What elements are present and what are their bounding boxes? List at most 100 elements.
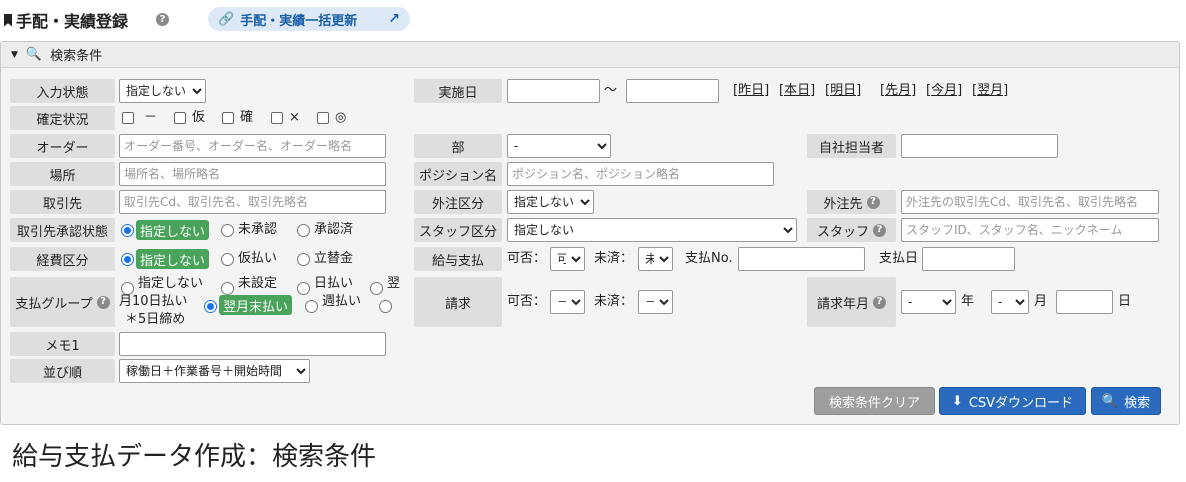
payment-date-input[interactable] <box>922 247 1015 271</box>
clear-button-label: 検索条件クリア <box>828 395 920 411</box>
billing-month-label: 請求年月 ? <box>807 277 896 327</box>
pg-option-5th-close: ＊5日締め <box>125 312 186 327</box>
own-staff-input[interactable] <box>901 134 1058 158</box>
page-caption: 給与支払データ作成：検索条件 <box>12 442 377 472</box>
link-last-month[interactable]: [先月] <box>880 79 916 103</box>
expense-option-advance: 仮払い <box>238 251 278 266</box>
pg-radio-daily[interactable] <box>297 282 310 295</box>
outsource-type-label: 外注区分 <box>414 190 502 214</box>
billing-done-select[interactable]: － <box>638 290 673 314</box>
payment-group-label-text: 支払グループ <box>15 296 93 312</box>
date-to-input[interactable] <box>626 79 719 103</box>
billing-month-select[interactable]: - <box>991 290 1029 314</box>
help-icon[interactable]: ? <box>873 295 886 309</box>
place-input[interactable] <box>119 162 386 186</box>
pg-option-unset: 未設定 <box>238 276 278 291</box>
confirm-checkbox-confirmed[interactable] <box>222 112 234 124</box>
search-panel-header[interactable]: ▼ 🔍 検索条件 <box>1 42 1179 68</box>
outsourcer-input[interactable] <box>901 190 1159 214</box>
dept-select[interactable]: - <box>507 134 611 158</box>
input-status-select[interactable]: 指定しない <box>119 79 206 103</box>
csv-download-button[interactable]: ⬇ CSVダウンロード <box>939 387 1086 415</box>
expense-radio-reimburse[interactable] <box>297 253 310 266</box>
dept-label: 部 <box>414 134 502 158</box>
billing-day-input[interactable] <box>1056 290 1113 314</box>
billing-year-select[interactable]: - <box>901 290 956 314</box>
pg-option-next-month-end: 翌月末払い <box>219 295 293 315</box>
date-from-input[interactable] <box>507 79 600 103</box>
order-input[interactable] <box>119 134 386 158</box>
link-next-month[interactable]: [翌月] <box>972 79 1008 103</box>
help-icon[interactable]: ? <box>156 13 169 26</box>
external-link-icon: ↗ <box>388 11 400 27</box>
client-approval-option-approved: 承認済 <box>314 222 354 237</box>
pg-radio-next-month-end[interactable] <box>204 300 217 313</box>
salary-payment-label: 給与支払 <box>414 247 502 271</box>
pg-radio-next-10th[interactable] <box>370 282 383 295</box>
client-approval-radio-unapproved[interactable] <box>221 224 234 237</box>
help-icon[interactable]: ? <box>96 295 110 309</box>
expense-radio-advance[interactable] <box>221 253 234 266</box>
search-icon: 🔍 <box>25 47 43 62</box>
salary-done-select[interactable]: 未 <box>638 247 673 271</box>
help-icon[interactable]: ? <box>873 223 886 237</box>
expense-option-unspecified: 指定しない <box>136 249 210 269</box>
outsourcer-label-text: 外注先 <box>823 196 863 212</box>
collapse-caret-icon[interactable]: ▼ <box>11 50 18 60</box>
pg-option-daily: 日払い <box>314 276 354 291</box>
expense-option-reimburse: 立替金 <box>314 251 354 266</box>
staff-type-label: スタッフ区分 <box>414 218 502 242</box>
place-label: 場所 <box>10 162 115 186</box>
link-today[interactable]: [本日] <box>779 79 815 103</box>
staff-type-select[interactable]: 指定しない <box>507 218 797 242</box>
staff-label: スタッフ ? <box>807 218 896 242</box>
search-icon: 🔍 <box>1101 393 1119 409</box>
client-approval-radio-approved[interactable] <box>297 224 310 237</box>
client-approval-option-unapproved: 未承認 <box>238 222 278 237</box>
clear-button[interactable]: 検索条件クリア <box>814 387 935 415</box>
client-approval-label: 取引先承認状態 <box>10 218 115 242</box>
help-icon[interactable]: ? <box>866 195 880 209</box>
bulk-update-button[interactable]: 🔗 手配・実績一括更新 ↗ <box>208 7 410 31</box>
confirm-option-tentative: 仮 <box>192 110 206 125</box>
staff-label-text: スタッフ <box>816 224 869 240</box>
billing-year-label: 年 <box>961 294 975 309</box>
client-approval-option-unspecified: 指定しない <box>136 220 210 240</box>
link-icon: 🔗 <box>218 11 235 27</box>
sort-label: 並び順 <box>10 359 115 383</box>
confirm-checkbox-tentative[interactable] <box>174 112 186 124</box>
pg-radio-weekly[interactable] <box>305 300 318 313</box>
billing-month-unit: 月 <box>1034 294 1048 309</box>
confirm-checkbox-double[interactable] <box>317 112 329 124</box>
sort-select[interactable]: 稼働日＋作業番号＋開始時間 <box>119 359 310 383</box>
pg-option-unspecified: 指定しない <box>138 276 204 291</box>
client-approval-radio-unspecified[interactable] <box>121 224 134 237</box>
memo1-input[interactable] <box>119 332 386 356</box>
salary-possible-select[interactable]: 可 <box>550 247 585 271</box>
pg-radio-5th-close[interactable] <box>379 300 392 313</box>
billing-month-label-text: 請求年月 <box>816 296 869 312</box>
pg-option-weekly: 週払い <box>322 294 362 309</box>
memo1-label: メモ1 <box>10 332 115 356</box>
link-this-month[interactable]: [今月] <box>926 79 962 103</box>
position-input[interactable] <box>507 162 774 186</box>
expense-type-label: 経費区分 <box>10 247 115 271</box>
client-input[interactable] <box>119 190 386 214</box>
payment-no-label: 支払No. <box>685 251 733 266</box>
expense-radio-unspecified[interactable] <box>121 253 134 266</box>
pg-radio-unset[interactable] <box>221 282 234 295</box>
confirm-checkbox-x[interactable] <box>271 112 283 124</box>
position-label: ポジション名 <box>414 162 502 186</box>
pg-option-next-a: 翌 <box>387 276 401 291</box>
billing-possible-label: 可否： <box>507 294 547 309</box>
confirm-checkbox-none[interactable] <box>122 112 134 124</box>
staff-input[interactable] <box>901 218 1159 242</box>
payment-no-input[interactable] <box>738 247 865 271</box>
link-yesterday[interactable]: [昨日] <box>733 79 769 103</box>
search-panel-title: 検索条件 <box>50 49 103 64</box>
search-button[interactable]: 🔍 検索 <box>1091 387 1161 415</box>
confirm-status-label: 確定状況 <box>10 106 115 130</box>
outsource-type-select[interactable]: 指定しない <box>507 190 594 214</box>
link-tomorrow[interactable]: [明日] <box>825 79 861 103</box>
billing-possible-select[interactable]: － <box>550 290 585 314</box>
